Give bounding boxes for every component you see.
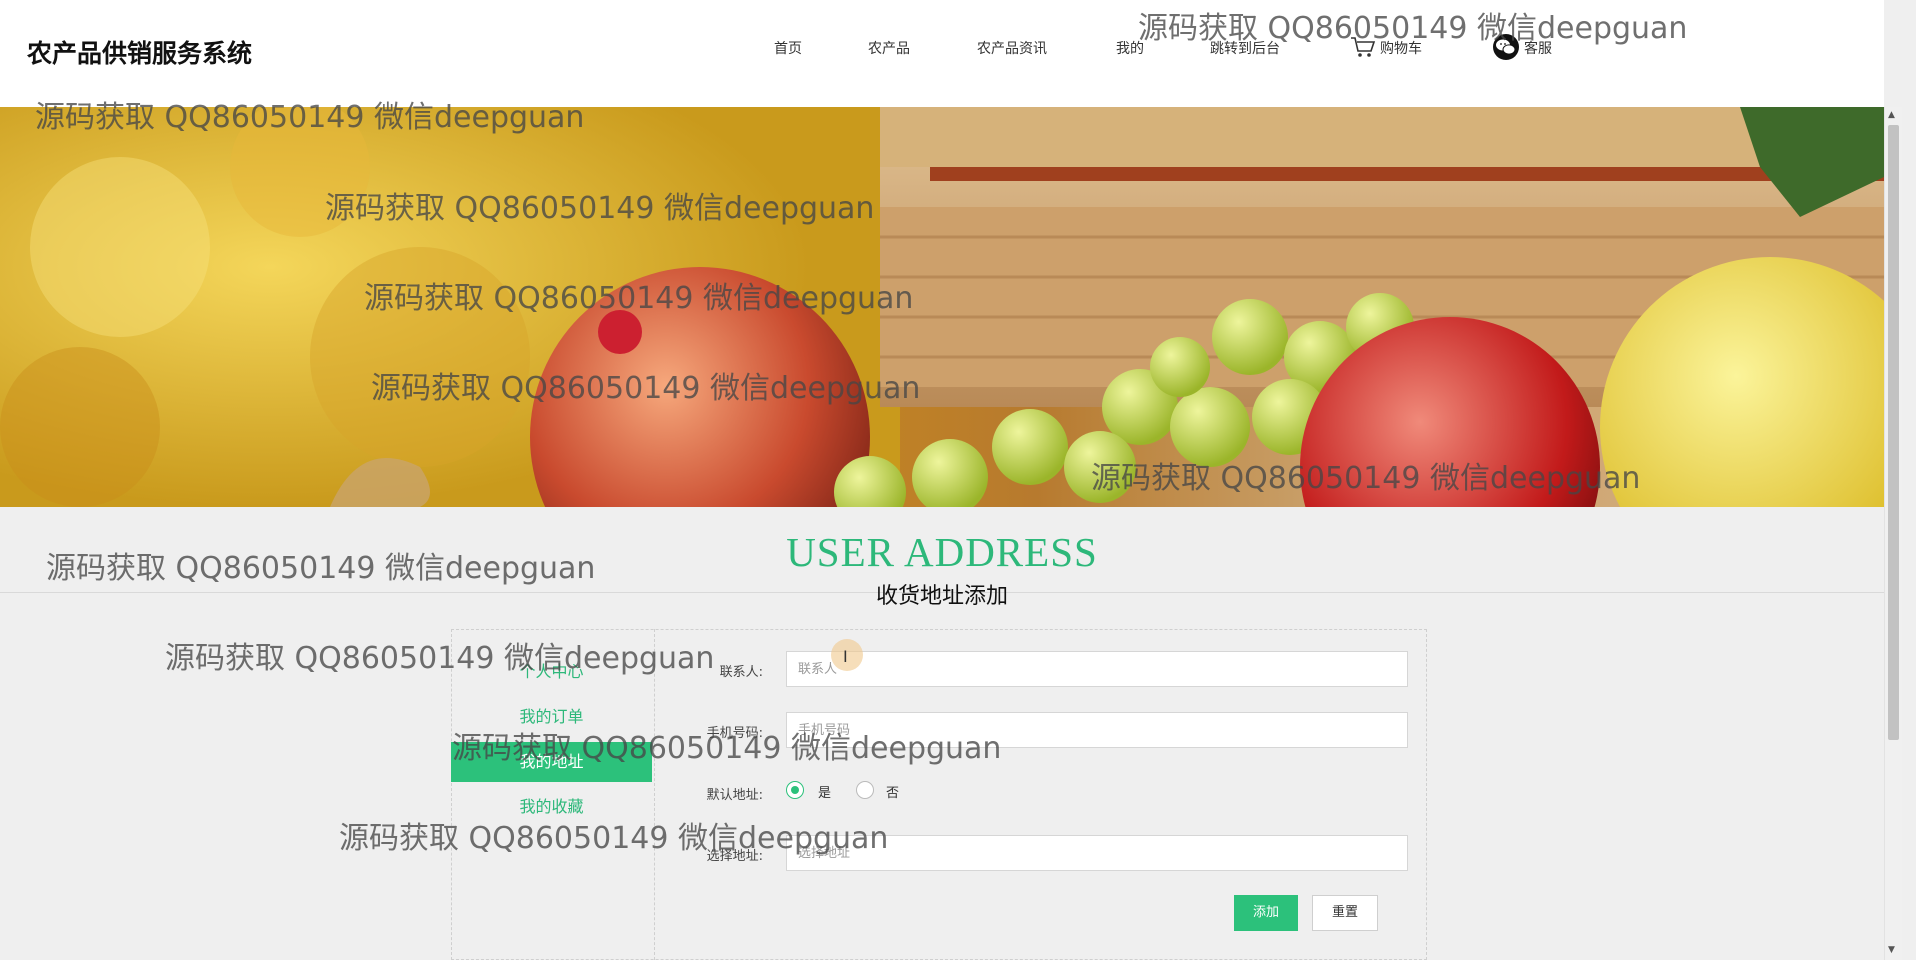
nav-service[interactable]: 客服 bbox=[1492, 34, 1552, 64]
default-no-label: 否 bbox=[886, 786, 900, 801]
scroll-up-icon[interactable]: ▲ bbox=[1888, 110, 1895, 120]
sidebar-item-favorites[interactable]: 我的收藏 bbox=[451, 787, 652, 827]
cart-icon bbox=[1350, 36, 1376, 62]
nav-cart[interactable]: 购物车 bbox=[1350, 36, 1422, 62]
hero-banner bbox=[0, 107, 1884, 507]
fruit-banner-image bbox=[0, 107, 1884, 507]
add-button[interactable]: 添加 bbox=[1234, 895, 1298, 931]
text-cursor-icon: Ι bbox=[843, 647, 848, 666]
reset-button[interactable]: 重置 bbox=[1312, 895, 1378, 931]
default-yes-radio[interactable] bbox=[786, 781, 804, 799]
section-title-en: USER ADDRESS bbox=[786, 529, 1098, 575]
default-no-radio[interactable] bbox=[856, 781, 874, 799]
site-brand[interactable]: 农产品供销服务系统 bbox=[27, 34, 252, 70]
sidebar-item-orders[interactable]: 我的订单 bbox=[451, 697, 652, 737]
address-label: 选择地址: bbox=[706, 849, 763, 864]
scroll-thumb[interactable] bbox=[1888, 125, 1899, 740]
nav-service-label: 客服 bbox=[1524, 41, 1552, 57]
phone-label: 手机号码: bbox=[706, 726, 763, 741]
contact-label: 联系人: bbox=[719, 665, 763, 680]
contact-input[interactable] bbox=[786, 651, 1408, 687]
sidebar-item-address[interactable]: 我的地址 bbox=[451, 742, 652, 782]
top-header: 农产品供销服务系统 首页 农产品 农产品资讯 我的 跳转到后台 购物车 客服 bbox=[0, 0, 1884, 107]
wechat-icon bbox=[1492, 34, 1520, 64]
nav-admin[interactable]: 跳转到后台 bbox=[1210, 38, 1280, 58]
nav-mine[interactable]: 我的 bbox=[1116, 38, 1144, 58]
address-input[interactable] bbox=[786, 835, 1408, 871]
scroll-down-icon[interactable]: ▼ bbox=[1888, 945, 1895, 955]
default-address-label: 默认地址: bbox=[706, 788, 763, 803]
phone-input[interactable] bbox=[786, 712, 1408, 748]
page-scrollbar[interactable]: ▲ ▼ bbox=[1884, 107, 1902, 960]
section-title-cn: 收货地址添加 bbox=[875, 584, 1008, 609]
nav-cart-label: 购物车 bbox=[1380, 41, 1422, 57]
default-yes-label: 是 bbox=[818, 786, 832, 801]
nav-home[interactable]: 首页 bbox=[774, 38, 802, 58]
sidebar-item-profile[interactable]: 个人中心 bbox=[451, 652, 652, 692]
nav-products[interactable]: 农产品 bbox=[868, 38, 910, 58]
user-sidebar: 个人中心 我的订单 我的地址 我的收藏 bbox=[451, 629, 655, 960]
nav-news[interactable]: 农产品资讯 bbox=[977, 38, 1047, 58]
